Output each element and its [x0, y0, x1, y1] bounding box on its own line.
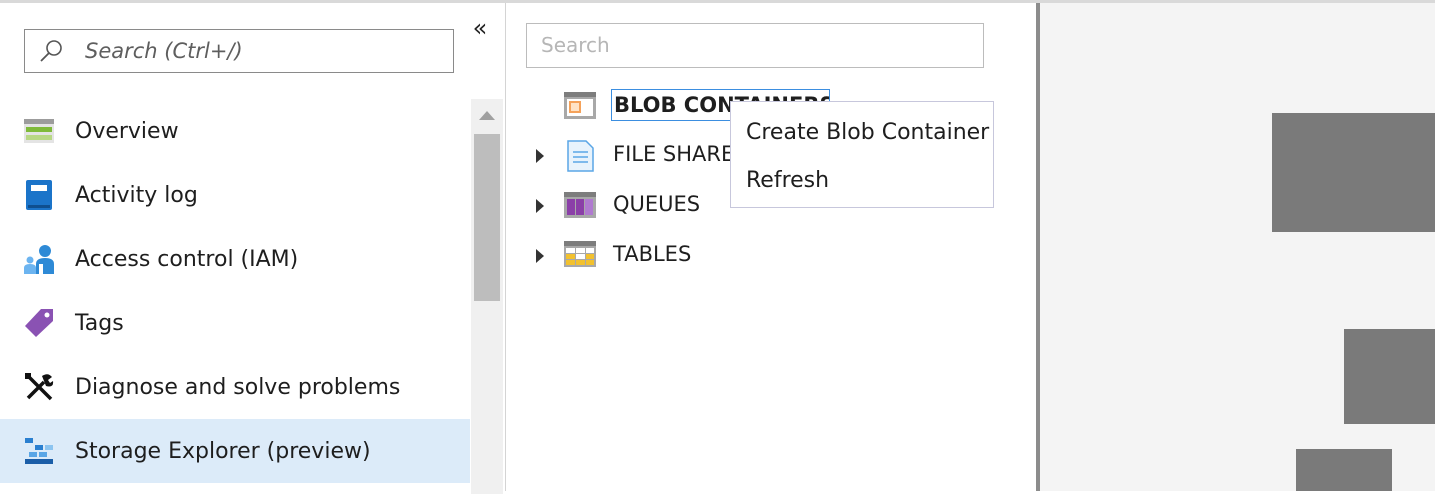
tree-node-label: TABLES: [613, 242, 692, 266]
menu-search-input[interactable]: [83, 38, 447, 64]
queue-icon: [564, 190, 596, 222]
scroll-thumb[interactable]: [474, 134, 500, 301]
menu-item-access-control[interactable]: Access control (IAM): [0, 227, 470, 291]
menu-item-overview[interactable]: Overview: [0, 99, 470, 163]
tree-node-label: FILE SHARES: [613, 142, 748, 166]
menu-item-storage-explorer[interactable]: Storage Explorer (preview): [0, 419, 470, 483]
content-area: [1040, 3, 1435, 491]
resource-menu: « Overview Activity log: [0, 3, 505, 494]
tree-search-box[interactable]: [526, 23, 984, 68]
overview-icon: [23, 115, 55, 147]
context-menu: Create Blob Container Refresh: [730, 101, 994, 208]
placeholder-block: [1272, 113, 1435, 232]
menu-item-label: Diagnose and solve problems: [75, 374, 401, 400]
file-share-icon: [564, 140, 596, 172]
tree-search-input[interactable]: [539, 24, 963, 66]
menu-list: Overview Activity log Access control (IA…: [0, 99, 470, 483]
expand-caret-icon[interactable]: [536, 199, 544, 213]
table-icon: [564, 240, 596, 272]
menu-search-box[interactable]: [24, 29, 454, 73]
collapse-menu-button[interactable]: «: [468, 15, 492, 41]
placeholder-block: [1344, 329, 1435, 424]
tree-node-tables[interactable]: TABLES: [506, 236, 1036, 276]
menu-item-diagnose[interactable]: Diagnose and solve problems: [0, 355, 470, 419]
menu-item-label: Tags: [75, 310, 124, 336]
menu-item-activity-log[interactable]: Activity log: [0, 163, 470, 227]
blob-container-icon: [564, 90, 596, 122]
storage-explorer-tree-panel: BLOB CONTAINERS FILE SHARES QUEUES: [506, 3, 1036, 491]
menu-item-label: Access control (IAM): [75, 246, 299, 272]
refresh-menu-item[interactable]: Refresh: [746, 168, 829, 193]
storage-explorer-icon: [23, 435, 55, 467]
menu-item-label: Storage Explorer (preview): [75, 438, 371, 464]
menu-scrollbar[interactable]: [471, 99, 503, 494]
menu-item-tags[interactable]: Tags: [0, 291, 470, 355]
expand-caret-icon[interactable]: [536, 249, 544, 263]
menu-item-label: Activity log: [75, 182, 198, 208]
tree-node-label: QUEUES: [613, 192, 701, 216]
create-blob-container-menu-item[interactable]: Create Blob Container: [746, 120, 989, 145]
placeholder-block: [1296, 449, 1392, 491]
wrench-icon: [23, 371, 55, 403]
search-icon: [37, 37, 67, 65]
tag-icon: [23, 307, 55, 339]
expand-caret-icon[interactable]: [536, 149, 544, 163]
activity-log-icon: [23, 179, 55, 211]
scroll-up-arrow[interactable]: [479, 111, 495, 120]
access-control-icon: [23, 243, 55, 275]
menu-item-label: Overview: [75, 118, 179, 144]
